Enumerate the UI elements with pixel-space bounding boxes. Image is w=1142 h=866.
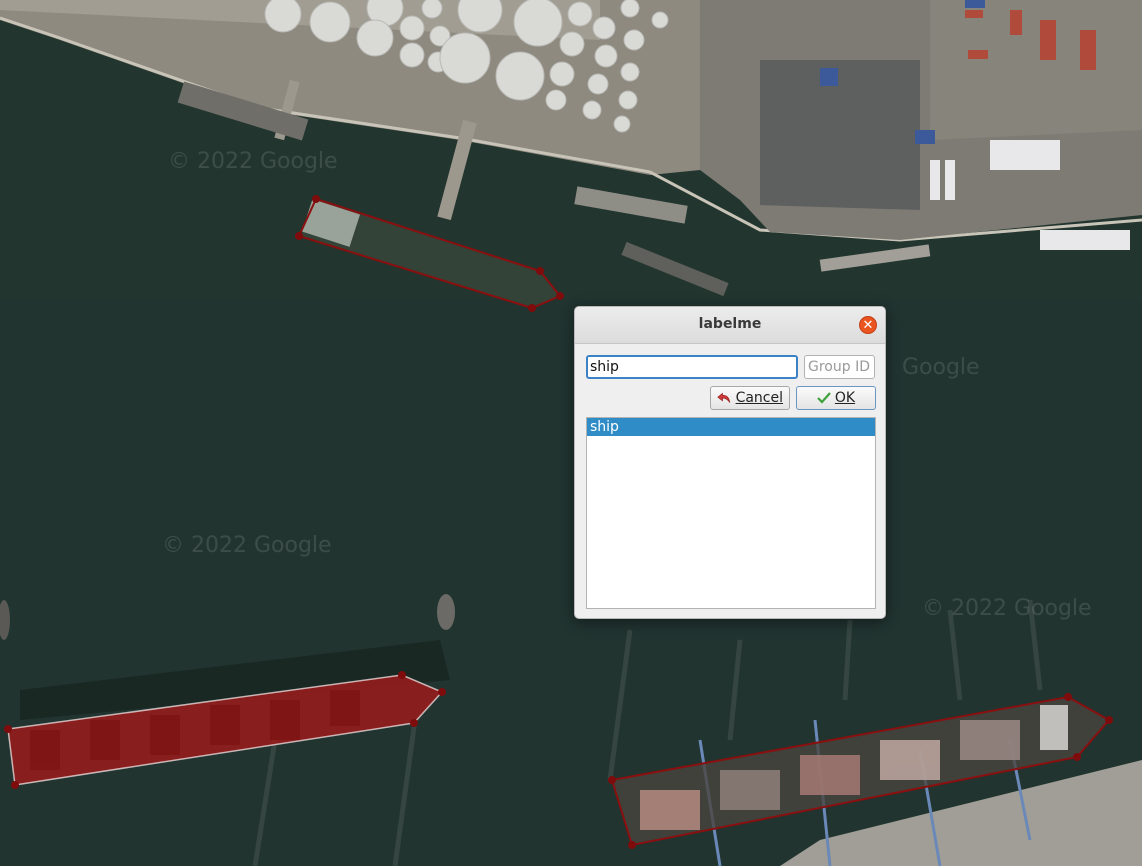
dialog-title: labelme [698, 316, 762, 332]
image-canvas[interactable]: © 2022 Google © 2022 Google Google © 202… [0, 0, 1142, 866]
label-dialog: labelme ✕ Cancel OK ship [574, 306, 886, 619]
cancel-label: Cancel [735, 390, 783, 406]
group-id-input[interactable] [804, 355, 875, 379]
close-icon: ✕ [862, 318, 874, 333]
ok-button[interactable]: OK [796, 386, 876, 410]
label-list-item[interactable]: ship [587, 418, 875, 436]
watermark: © 2022 Google [922, 596, 1092, 621]
cancel-button[interactable]: Cancel [710, 386, 790, 410]
undo-arrow-icon [717, 392, 731, 403]
watermark: Google [902, 355, 980, 380]
close-button[interactable]: ✕ [859, 316, 877, 334]
watermark: © 2022 Google [168, 149, 338, 174]
dialog-titlebar[interactable]: labelme ✕ [575, 307, 885, 344]
ok-label: OK [834, 390, 856, 406]
checkmark-icon [817, 392, 831, 404]
label-list[interactable]: ship [586, 417, 876, 609]
satellite-image: © 2022 Google © 2022 Google Google © 202… [0, 0, 1142, 866]
watermark: © 2022 Google [162, 533, 332, 558]
label-input[interactable] [586, 355, 798, 379]
